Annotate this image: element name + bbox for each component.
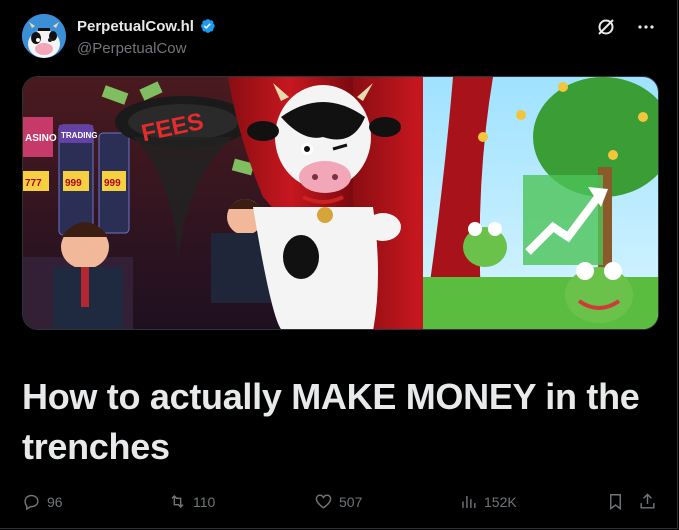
bookmark-button[interactable]	[606, 492, 625, 511]
post-card[interactable]: PerpetualCow.hl @PerpetualCow ASINO TRAD…	[0, 0, 678, 529]
views-count: 152K	[484, 493, 517, 510]
bookmark-icon	[610, 494, 621, 511]
grok-icon[interactable]	[595, 16, 617, 38]
author-display-name[interactable]: PerpetualCow.hl	[77, 18, 194, 35]
slot-reel-1: 999	[65, 178, 82, 189]
repost-button[interactable]: 110	[168, 492, 215, 511]
verified-badge-icon	[200, 19, 215, 33]
post-image[interactable]: ASINO TRADING 999 777 999 FEES	[22, 76, 659, 330]
trading-sign: TRADING	[61, 131, 97, 140]
slot-reel-2: 999	[104, 178, 121, 189]
views-button[interactable]: 152K	[459, 492, 517, 511]
like-count: 507	[339, 493, 363, 510]
author-handle[interactable]: @PerpetualCow	[77, 40, 186, 57]
like-button[interactable]: 507	[314, 492, 362, 511]
casino-sign: ASINO	[25, 133, 57, 144]
heart-icon	[315, 494, 332, 509]
post-actions-bar: 96 110 507 152K	[22, 492, 662, 514]
views-chart-icon	[462, 495, 476, 508]
reply-button[interactable]: 96	[22, 492, 63, 511]
share-icon	[640, 493, 655, 509]
author-name-row[interactable]: PerpetualCow.hl	[77, 17, 216, 35]
share-button[interactable]	[638, 492, 657, 511]
slot-reel-0: 777	[25, 178, 42, 189]
reply-icon	[24, 494, 39, 511]
cartoon-illustration: ASINO TRADING 999 777 999 FEES	[23, 77, 658, 329]
cow-avatar-image	[22, 14, 66, 58]
reply-count: 96	[47, 493, 63, 510]
repost-icon	[171, 494, 184, 509]
post-headline: How to actually MAKE MONEY in the trench…	[22, 376, 640, 467]
repost-count: 110	[193, 493, 216, 510]
more-icon[interactable]	[635, 16, 657, 38]
avatar[interactable]	[22, 14, 66, 58]
